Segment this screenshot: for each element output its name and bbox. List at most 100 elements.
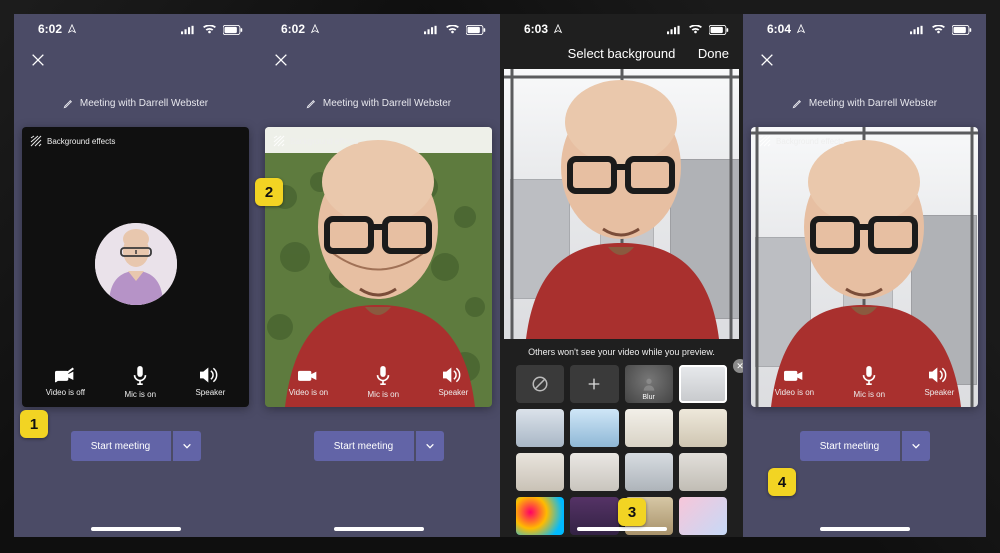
bg-tile-room5[interactable] bbox=[570, 453, 618, 491]
top-bar bbox=[257, 40, 500, 78]
battery-icon bbox=[952, 25, 972, 35]
close-icon bbox=[759, 52, 775, 68]
bg-tile-room3[interactable] bbox=[679, 409, 727, 447]
screen-1: 6:02 Meeting with Darrell Webster Backgr… bbox=[14, 14, 257, 537]
status-time: 6:02 bbox=[38, 22, 77, 36]
bg-tile-sky[interactable] bbox=[570, 409, 618, 447]
bg-tile-room4[interactable] bbox=[516, 453, 564, 491]
home-indicator bbox=[91, 527, 181, 531]
signal-icon bbox=[181, 25, 195, 35]
background-effects-button[interactable]: Background effects bbox=[273, 135, 358, 147]
screen-3: 6:03 Select background Done bbox=[500, 14, 743, 537]
call-controls: Video is on Mic is on Speaker bbox=[265, 366, 492, 399]
video-label: Video is on bbox=[775, 388, 814, 397]
bg-tile-add[interactable] bbox=[570, 365, 618, 403]
video-off-icon bbox=[55, 366, 75, 384]
pencil-icon bbox=[792, 98, 803, 109]
audio-label: Speaker bbox=[438, 388, 468, 397]
background-effects-label: Background effects bbox=[776, 137, 844, 146]
location-icon bbox=[796, 24, 806, 34]
status-bar: 6:02 bbox=[257, 14, 500, 40]
plus-icon bbox=[586, 376, 602, 392]
status-time: 6:04 bbox=[767, 22, 806, 36]
signal-icon bbox=[424, 25, 438, 35]
wifi-icon bbox=[203, 25, 216, 35]
mic-label: Mic is on bbox=[124, 390, 156, 399]
person-blur-icon bbox=[641, 376, 657, 392]
start-meeting-button[interactable]: Start meeting bbox=[800, 431, 900, 461]
call-controls: Video is on Mic is on Speaker bbox=[751, 366, 978, 399]
close-button[interactable] bbox=[759, 52, 775, 68]
status-time: 6:03 bbox=[524, 22, 563, 36]
close-icon bbox=[30, 52, 46, 68]
audio-toggle[interactable]: Speaker bbox=[438, 366, 468, 399]
mic-toggle[interactable]: Mic is on bbox=[368, 366, 400, 399]
start-meeting-dropdown[interactable] bbox=[173, 431, 201, 461]
meeting-title-row[interactable]: Meeting with Darrell Webster bbox=[14, 78, 257, 121]
background-effects-label: Background effects bbox=[47, 137, 115, 146]
meeting-title-row[interactable]: Meeting with Darrell Webster bbox=[743, 78, 986, 121]
audio-label: Speaker bbox=[924, 388, 954, 397]
chevron-down-icon bbox=[182, 441, 192, 451]
status-bar: 6:02 bbox=[14, 14, 257, 40]
home-indicator bbox=[820, 527, 910, 531]
signal-icon bbox=[667, 25, 681, 35]
home-indicator bbox=[577, 527, 667, 531]
meeting-title-row[interactable]: Meeting with Darrell Webster bbox=[257, 78, 500, 121]
status-bar: 6:03 bbox=[500, 14, 743, 40]
start-meeting-dropdown[interactable] bbox=[902, 431, 930, 461]
status-icons bbox=[663, 22, 729, 36]
header-title: Select background bbox=[552, 46, 691, 61]
screen-2: 6:02 Meeting with Darrell Webster bbox=[257, 14, 500, 537]
bg-tile-blur[interactable]: Blur bbox=[625, 365, 673, 403]
bg-tile-room2[interactable] bbox=[625, 409, 673, 447]
bg-tile-room1[interactable] bbox=[516, 409, 564, 447]
speaker-icon bbox=[929, 366, 949, 384]
battery-icon bbox=[466, 25, 486, 35]
done-button[interactable]: Done bbox=[691, 46, 729, 61]
bg-tile-gradient[interactable] bbox=[679, 497, 727, 535]
wifi-icon bbox=[689, 25, 702, 35]
bg-tile-none[interactable] bbox=[516, 365, 564, 403]
bg-tile-room6[interactable] bbox=[625, 453, 673, 491]
mic-toggle[interactable]: Mic is on bbox=[124, 366, 156, 399]
screen-4: 6:04 Meeting with Darrell Webster bbox=[743, 14, 986, 537]
close-grid-button[interactable]: ✕ bbox=[733, 359, 743, 373]
mic-label: Mic is on bbox=[854, 390, 886, 399]
video-on-icon bbox=[784, 366, 804, 384]
battery-icon bbox=[709, 25, 729, 35]
close-button[interactable] bbox=[273, 52, 289, 68]
start-meeting-button[interactable]: Start meeting bbox=[314, 431, 414, 461]
home-indicator bbox=[334, 527, 424, 531]
top-bar bbox=[14, 40, 257, 78]
status-time: 6:02 bbox=[281, 22, 320, 36]
status-icons bbox=[177, 22, 243, 36]
bg-tile-room7[interactable] bbox=[679, 453, 727, 491]
mic-label: Mic is on bbox=[368, 390, 400, 399]
mic-toggle[interactable]: Mic is on bbox=[854, 366, 886, 399]
bg-tile-balloons[interactable] bbox=[516, 497, 564, 535]
location-icon bbox=[310, 24, 320, 34]
background-effects-label: Background effects bbox=[290, 137, 358, 146]
background-effects-button[interactable]: Background effects bbox=[30, 135, 115, 147]
background-effects-button[interactable]: Background effects bbox=[759, 135, 844, 147]
video-toggle[interactable]: Video is on bbox=[289, 366, 328, 399]
video-preview: Background effects Video is off bbox=[22, 127, 249, 407]
blur-label: Blur bbox=[642, 394, 654, 401]
wifi-icon bbox=[932, 25, 945, 35]
meeting-title: Meeting with Darrell Webster bbox=[809, 98, 937, 109]
video-toggle[interactable]: Video is off bbox=[46, 366, 85, 399]
chevron-down-icon bbox=[911, 441, 921, 451]
video-preview: Background effects Video is on Mic is on… bbox=[265, 127, 492, 407]
video-toggle[interactable]: Video is on bbox=[775, 366, 814, 399]
close-button[interactable] bbox=[30, 52, 46, 68]
video-label: Video is off bbox=[46, 388, 85, 397]
location-icon bbox=[553, 24, 563, 34]
audio-toggle[interactable]: Speaker bbox=[924, 366, 954, 399]
top-bar bbox=[743, 40, 986, 78]
audio-toggle[interactable]: Speaker bbox=[195, 366, 225, 399]
bg-tile-office[interactable] bbox=[679, 365, 727, 403]
start-meeting-dropdown[interactable] bbox=[416, 431, 444, 461]
avatar-image bbox=[95, 223, 177, 305]
start-meeting-button[interactable]: Start meeting bbox=[71, 431, 171, 461]
